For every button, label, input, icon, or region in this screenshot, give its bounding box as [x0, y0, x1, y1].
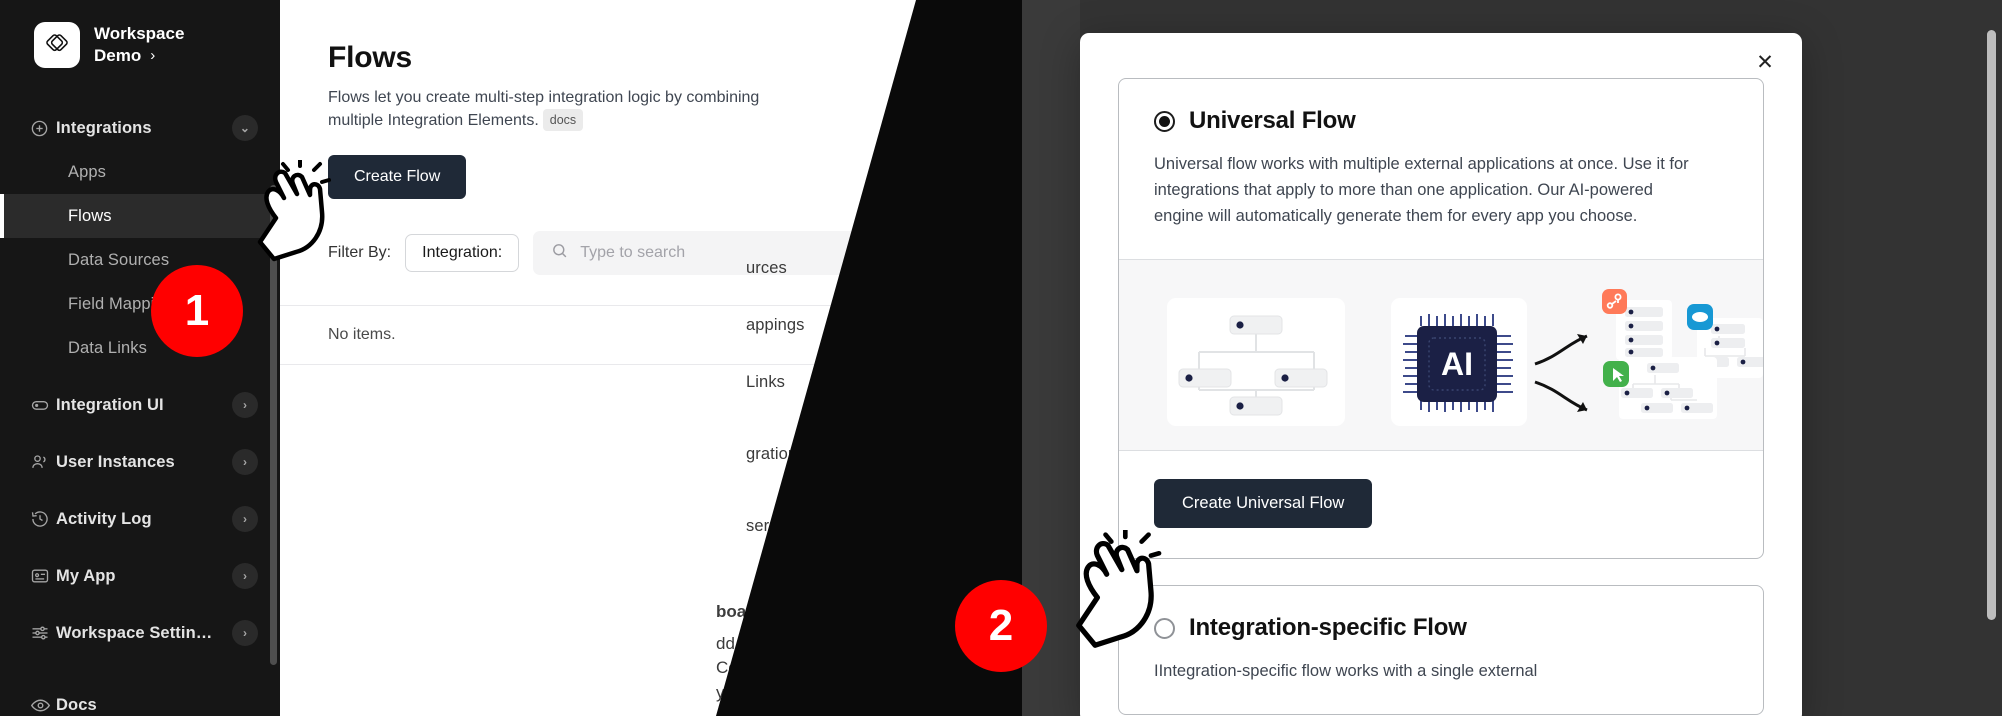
modal-body: Universal Flow Universal flow works with… — [1080, 33, 1802, 716]
sidebar-item-label: Activity Log — [56, 509, 152, 528]
plus-circle-icon — [30, 119, 56, 138]
sidebar-item-data-links[interactable]: Data Links — [0, 326, 280, 370]
sidebar-item-integrations[interactable]: Integrations ⌄ — [0, 106, 280, 150]
chevron-right-icon: › — [150, 47, 156, 65]
sidebar-item-label: Integrations — [56, 118, 152, 137]
radio-universal-flow[interactable] — [1154, 110, 1175, 132]
filter-by-label: Filter By: — [328, 244, 392, 262]
sidebar-item-label: Data Sources — [68, 250, 170, 269]
option-header: Integration-specific Flow IIntegration-s… — [1119, 586, 1763, 714]
sidebar-item-docs[interactable]: Docs — [0, 683, 280, 716]
users-icon — [30, 452, 56, 472]
radio-integration-specific-flow[interactable] — [1154, 617, 1175, 639]
option-title-row[interactable]: Integration-specific Flow — [1154, 614, 1728, 642]
sidebar-item-label: Flows — [68, 206, 112, 225]
sidebar-item-apps[interactable]: Apps — [0, 150, 280, 194]
option-title: Universal Flow — [1189, 107, 1356, 134]
chevron-down-icon[interactable]: ⌄ — [232, 115, 258, 141]
include-archived-checkbox[interactable] — [1872, 248, 1893, 268]
sidebar-item-label: Docs — [56, 695, 97, 714]
integration-filter-pill[interactable]: Integration: — [405, 234, 520, 273]
radio-dot — [1159, 115, 1170, 127]
create-flow-button[interactable]: Create Flow — [328, 155, 467, 200]
sidebar-item-integration-ui[interactable]: Integration UI › — [0, 383, 280, 427]
step-badge-2: 2 — [955, 580, 1047, 672]
search-icon — [551, 242, 568, 264]
sidebar-item-label: Integration UI — [56, 395, 164, 414]
option-card-integration-specific-flow[interactable]: Integration-specific Flow IIntegration-s… — [1118, 585, 1764, 716]
id-card-icon — [30, 566, 56, 586]
illustration-svg: AI — [1167, 289, 1763, 427]
workspace-text: Workspace Demo › — [94, 24, 184, 65]
chevron-right-icon[interactable]: › — [232, 563, 258, 589]
screen-root: Flows Flows let you create multi-step in… — [0, 0, 2002, 716]
sidebar-item-label: My App — [56, 566, 116, 585]
universal-flow-illustration: AI — [1119, 259, 1763, 452]
option-title: Integration-specific Flow — [1189, 614, 1467, 642]
option-card-universal-flow[interactable]: Universal Flow Universal flow works with… — [1118, 78, 1764, 560]
sidebar-item-user-instances[interactable]: User Instances › — [0, 440, 280, 484]
sidebar-item-data-sources[interactable]: Data Sources — [0, 238, 280, 282]
workspace-logo-icon — [34, 22, 80, 68]
option-description: Universal flow works with multiple exter… — [1154, 155, 1689, 226]
sidebar-item-label: Workspace Settin… — [56, 623, 213, 642]
page-subtitle: Flows let you create multi-step integrat… — [328, 86, 768, 132]
option-header: Universal Flow Universal flow works with… — [1119, 79, 1763, 259]
toggle-icon — [30, 395, 56, 415]
ai-chip-label: AI — [1441, 346, 1473, 382]
chevron-right-icon[interactable]: › — [232, 392, 258, 418]
chevron-right-icon[interactable]: › — [232, 506, 258, 532]
workspace-name-row[interactable]: Demo › — [94, 46, 184, 66]
chevron-right-icon[interactable]: › — [232, 449, 258, 475]
modal-scrollbar[interactable] — [1987, 30, 1996, 620]
close-icon[interactable]: ✕ — [1750, 47, 1780, 77]
include-archived-row[interactable]: include archiv — [1872, 248, 2002, 268]
sidebar-item-my-app[interactable]: My App › — [0, 554, 280, 598]
sidebar-item-label: Apps — [68, 162, 107, 181]
create-flow-modal: ✕ Universal Flow Universal flow works wi… — [1080, 33, 1802, 716]
sliders-icon — [30, 623, 56, 643]
clock-history-icon — [30, 509, 56, 529]
option-description: IIntegration-specific flow works with a … — [1154, 662, 1538, 681]
search-box[interactable] — [533, 231, 864, 276]
sidebar-nav: Integrations ⌄ Apps Flows Data Sources F… — [0, 106, 280, 716]
eye-icon — [30, 695, 56, 716]
sidebar-item-flows[interactable]: Flows — [0, 194, 280, 238]
workspace-header[interactable]: Workspace Demo › — [0, 0, 280, 68]
sidebar-item-activity-log[interactable]: Activity Log › — [0, 497, 280, 541]
create-universal-flow-button[interactable]: Create Universal Flow — [1154, 479, 1373, 529]
sidebar: Workspace Demo › Integrations ⌄ Apps Flo… — [0, 0, 280, 716]
workspace-name: Demo — [94, 46, 142, 65]
search-input[interactable] — [580, 244, 846, 263]
workspace-label: Workspace — [94, 24, 185, 44]
sidebar-scrollbar[interactable] — [270, 185, 277, 665]
option-title-row[interactable]: Universal Flow — [1154, 107, 1728, 135]
option-footer: Create Universal Flow — [1119, 451, 1763, 558]
sidebar-item-label: User Instances — [56, 452, 175, 471]
chevron-right-icon[interactable]: › — [232, 620, 258, 646]
sidebar-item-workspace-settings[interactable]: Workspace Settin… › — [0, 611, 280, 655]
docs-badge[interactable]: docs — [542, 109, 584, 132]
step-badge-1: 1 — [151, 265, 243, 357]
